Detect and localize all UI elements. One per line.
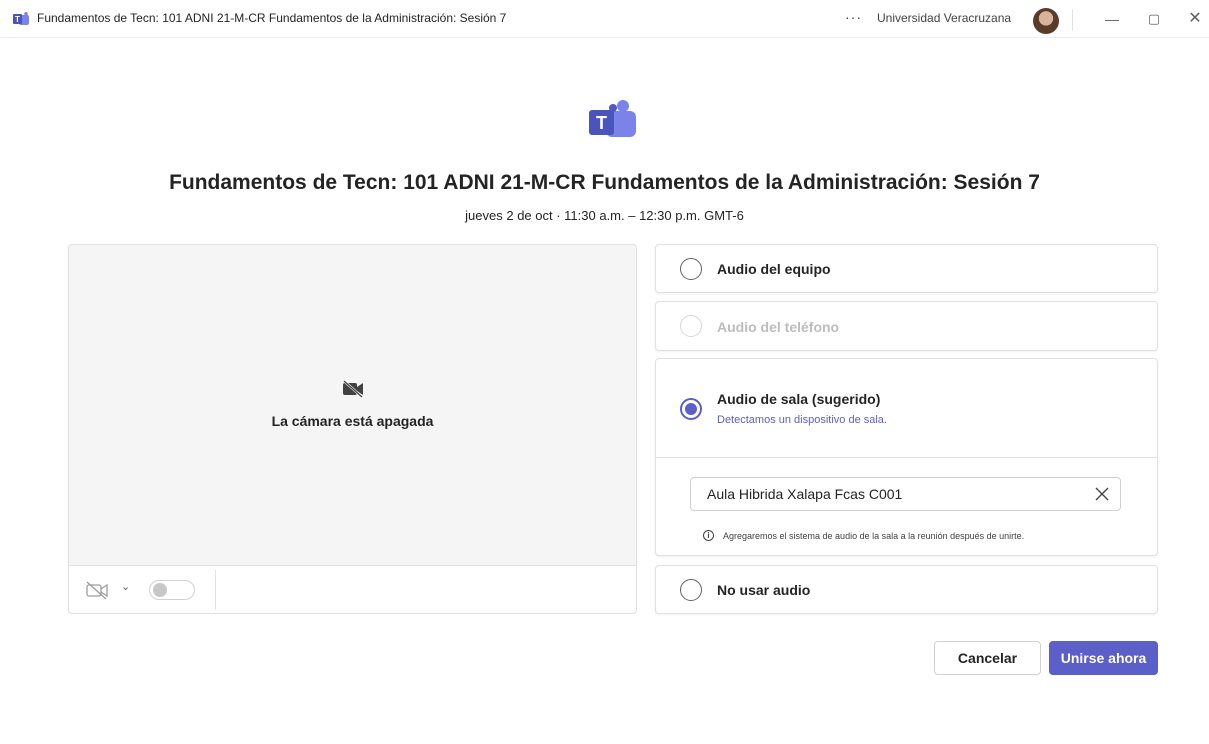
meeting-title: Fundamentos de Tecn: 101 ADNI 21-M-CR Fu… [169,171,1040,194]
camera-off-icon [343,380,363,398]
window-title: Fundamentos de Tecn: 101 ADNI 21-M-CR Fu… [37,11,507,25]
room-section-divider [656,457,1157,458]
radio-button [680,315,702,337]
audio-option-sublabel: Detectamos un dispositivo de sala. [717,414,887,426]
camera-off-label: La cámara está apagada [271,413,434,429]
close-icon[interactable] [1093,485,1111,503]
video-preview: La cámara está apagada ⌄ [68,244,637,614]
organization-name[interactable]: Universidad Veracruzana [877,11,1011,25]
teams-logo-icon: T [589,100,636,137]
audio-option-label: Audio del teléfono [717,319,840,335]
maximize-button[interactable]: ▢ [1139,6,1169,32]
meeting-time: jueves 2 de oct · 11:30 a.m. – 12:30 p.m… [465,208,744,223]
room-device-field[interactable]: Aula Hibrida Xalapa Fcas C001 [690,477,1121,511]
svg-text:T: T [596,113,607,133]
teams-logo-icon: T [13,12,29,25]
room-note: i Agregaremos el sistema de audio de la … [703,530,1024,541]
toolbar-divider [215,570,216,610]
audio-option-label: Audio del equipo [717,261,831,277]
audio-option-room[interactable]: Audio de sala (sugerido) Detectamos un d… [655,358,1158,556]
audio-option-phone: Audio del teléfono [655,301,1158,351]
radio-button[interactable] [680,258,702,280]
audio-option-none[interactable]: No usar audio [655,565,1158,614]
svg-text:T: T [15,15,20,24]
user-avatar[interactable] [1033,8,1059,34]
audio-option-computer[interactable]: Audio del equipo [655,244,1158,293]
room-device-value: Aula Hibrida Xalapa Fcas C001 [707,486,903,502]
radio-button[interactable] [680,579,702,601]
info-icon: i [703,530,714,541]
chevron-down-icon[interactable]: ⌄ [121,580,130,593]
audio-option-label: Audio de sala (sugerido) [717,391,881,407]
close-button[interactable]: ✕ [1180,6,1209,32]
title-bar: T Fundamentos de Tecn: 101 ADNI 21-M-CR … [0,0,1209,38]
camera-off-icon[interactable] [85,580,109,600]
room-note-text: Agregaremos el sistema de audio de la sa… [723,530,1025,541]
video-toolbar: ⌄ [69,565,636,613]
minimize-button[interactable]: — [1097,6,1127,32]
cancel-button[interactable]: Cancelar [934,641,1041,675]
toggle-knob [153,583,167,597]
title-bar-divider [1072,9,1073,31]
audio-option-label: No usar audio [717,582,811,598]
camera-toggle[interactable] [149,580,195,600]
more-options-icon[interactable]: ··· [845,9,862,25]
radio-button-selected[interactable] [680,398,702,420]
join-now-button[interactable]: Unirse ahora [1049,641,1158,675]
